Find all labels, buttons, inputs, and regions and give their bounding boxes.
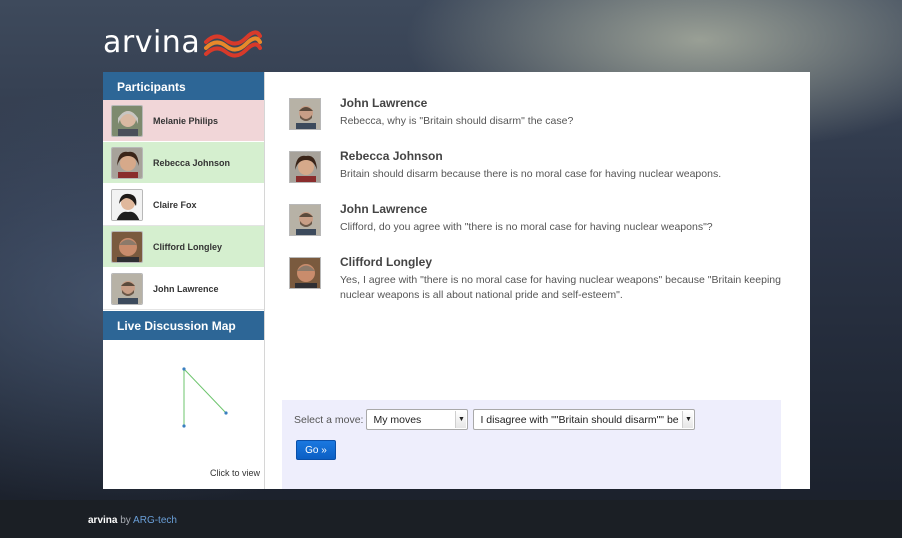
message-body: Rebecca Johnson Britain should disarm be… [340,149,721,183]
message-list: John Lawrence Rebecca, why is "Britain s… [289,96,789,322]
footer-credit: arvina by ARG-tech [88,515,177,526]
arg-tech-link[interactable]: ARG-tech [133,515,177,526]
go-button[interactable]: Go » [296,440,336,460]
message-item: Clifford Longley Yes, I agree with "ther… [289,255,789,303]
footer-by: by [120,515,131,526]
message-body: John Lawrence Rebecca, why is "Britain s… [340,96,573,130]
avatar [289,151,321,183]
map-edge [183,368,227,414]
participant-name: Clifford Longley [153,241,222,252]
map-node [182,367,186,371]
message-item: John Lawrence Rebecca, why is "Britain s… [289,96,789,130]
participant-name: Melanie Philips [153,115,219,126]
main-panel: Participants Melanie Philips Rebecca Joh… [103,72,810,489]
message-body: John Lawrence Clifford, do you agree wit… [340,202,713,236]
participant-name: John Lawrence [153,283,219,294]
message-author: John Lawrence [340,202,428,216]
discussion-map[interactable]: Click to view [103,340,264,488]
avatar [111,188,143,221]
avatar [289,257,321,289]
logo-text: arvina [103,24,201,60]
move-row: Select a move: My moves ▼ I disagree wit… [294,409,696,430]
select-move-label: Select a move: [294,413,364,426]
map-node [182,424,186,428]
avatar [111,104,143,137]
message-item: John Lawrence Clifford, do you agree wit… [289,202,789,236]
avatar [111,230,143,263]
dropdown-arrow-icon[interactable]: ▼ [455,411,467,428]
click-to-view-link[interactable]: Click to view [210,468,260,478]
logo-waves-icon [204,30,263,58]
discussion-map-graph [182,367,228,428]
move-value: I disagree with ""Britain should disarm"… [480,413,679,426]
avatar [111,272,143,305]
message-body: Clifford Longley Yes, I agree with "ther… [340,255,789,303]
map-node [224,411,228,415]
message-text: Clifford, do you agree with "there is no… [340,221,713,233]
move-type-value: My moves [373,413,422,426]
avatar [289,98,321,130]
footer: arvina by ARG-tech [0,500,902,538]
move-select[interactable]: I disagree with ""Britain should disarm"… [473,409,696,430]
participants-header: Participants [103,72,264,100]
message-author: Clifford Longley [340,255,432,269]
footer-brand: arvina [88,515,118,526]
avatar [289,204,321,236]
participant-name: Rebecca Johnson [153,157,231,168]
move-type-select[interactable]: My moves ▼ [366,409,469,430]
message-text: Britain should disarm because there is n… [340,168,722,180]
message-text: Rebecca, why is "Britain should disarm" … [340,115,574,127]
message-text: Yes, I agree with "there is no moral cas… [340,274,781,301]
participant-name: Claire Fox [153,199,197,210]
participant-john-lawrence[interactable]: John Lawrence [103,268,264,310]
avatar [111,146,143,179]
dropdown-arrow-icon[interactable]: ▼ [682,411,694,428]
sidebar: Participants Melanie Philips Rebecca Joh… [103,72,265,489]
participant-claire-fox[interactable]: Claire Fox [103,184,264,226]
map-header: Live Discussion Map [103,311,264,340]
message-item: Rebecca Johnson Britain should disarm be… [289,149,789,183]
message-author: Rebecca Johnson [340,149,443,163]
participant-melanie-philips[interactable]: Melanie Philips [103,100,264,142]
participant-clifford-longley[interactable]: Clifford Longley [103,226,264,268]
logo[interactable]: arvina [103,22,263,62]
participant-rebecca-johnson[interactable]: Rebecca Johnson [103,142,264,184]
message-author: John Lawrence [340,96,428,110]
move-selector: Select a move: My moves ▼ I disagree wit… [282,400,781,489]
